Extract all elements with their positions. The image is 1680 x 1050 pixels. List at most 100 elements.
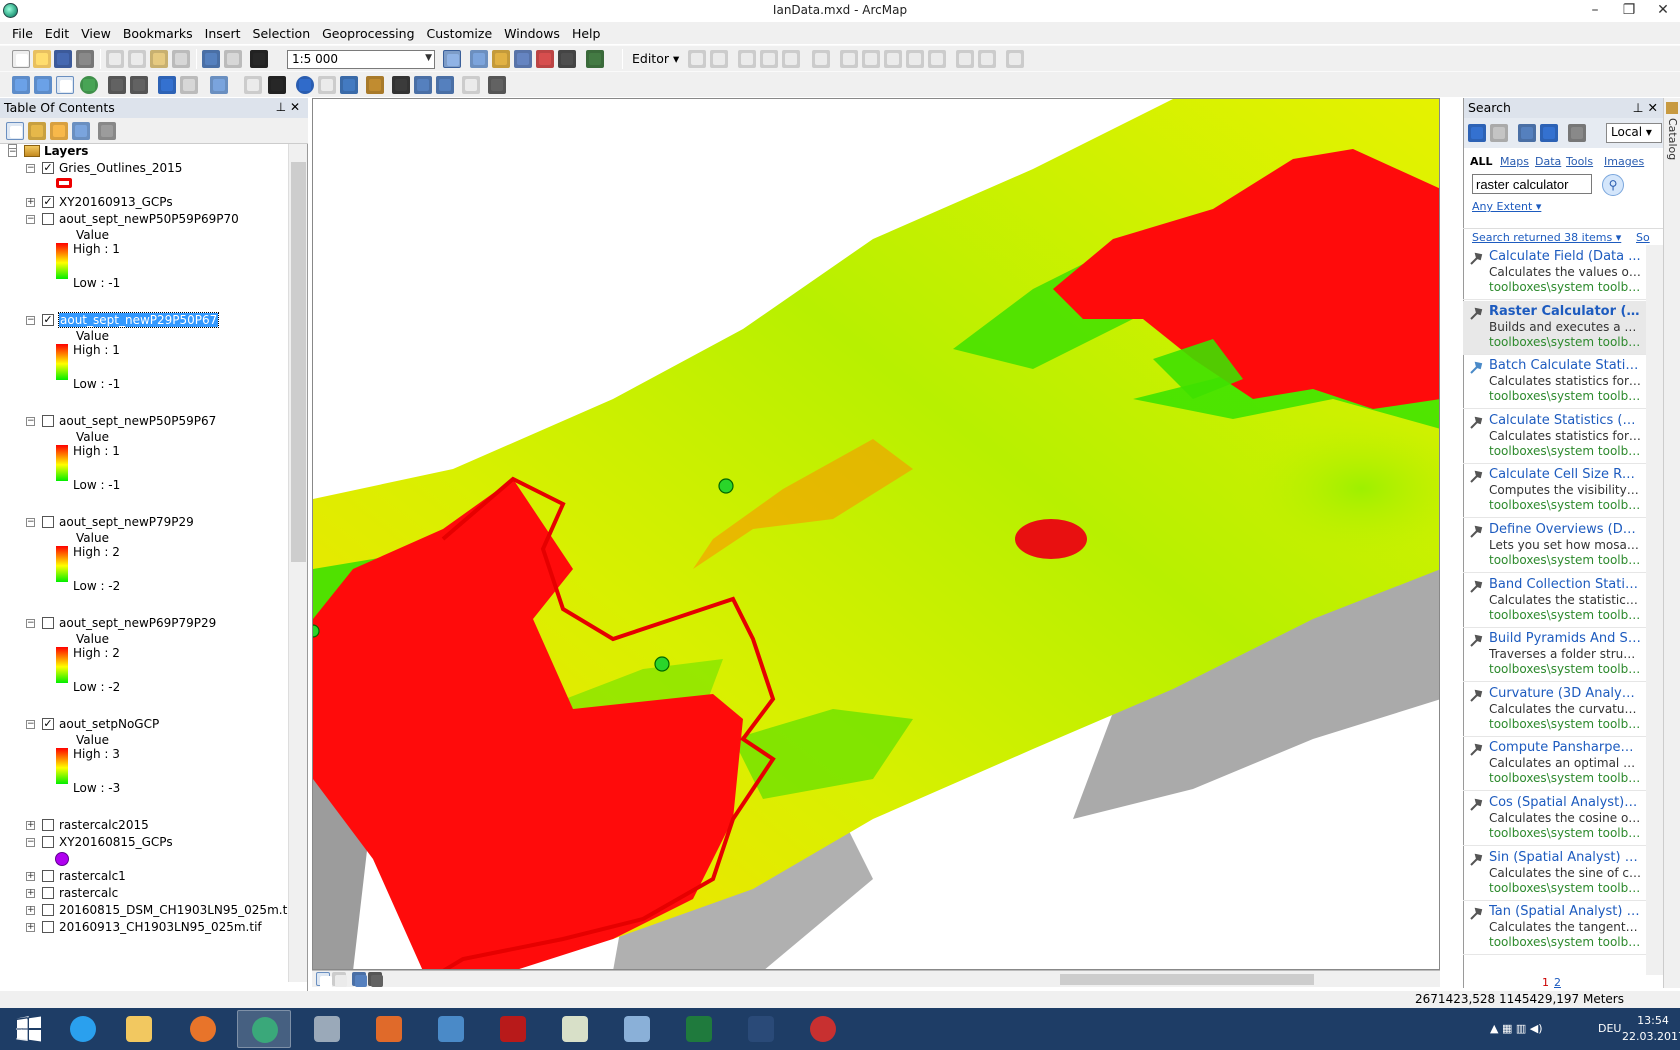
minimize-button[interactable]: –: [1578, 0, 1612, 22]
toc-layer-row[interactable]: + ✓ XY20160913_GCPs: [0, 194, 288, 212]
layer-expand-icon[interactable]: −: [26, 316, 35, 325]
straight-segment-icon[interactable]: [738, 50, 756, 68]
layout-view-icon[interactable]: [332, 972, 346, 986]
clock-date[interactable]: 22.03.2017: [1622, 1030, 1680, 1043]
layer-name[interactable]: aout_sept_newP79P29: [59, 515, 194, 529]
layer-expand-icon[interactable]: −: [26, 164, 35, 173]
catalog-side-tab[interactable]: Catalog: [1663, 98, 1680, 988]
layer-visibility-checkbox[interactable]: ✓: [42, 196, 54, 208]
search-result-path[interactable]: toolboxes\system toolbo...: [1489, 935, 1641, 949]
layer-visibility-checkbox[interactable]: [42, 819, 54, 831]
start-button[interactable]: [2, 1010, 56, 1048]
attributes-icon[interactable]: [956, 50, 974, 68]
toc-layer-row[interactable]: − aout_sept_newP50P59P69P70: [0, 211, 288, 229]
search-options-icon[interactable]: [1568, 124, 1586, 142]
reshape-icon[interactable]: [862, 50, 880, 68]
layer-visibility-checkbox[interactable]: [42, 836, 54, 848]
search-result-title[interactable]: Sin (Spatial Analyst) (T...: [1489, 850, 1641, 865]
taskbar-excel[interactable]: [672, 1010, 726, 1048]
menu-windows[interactable]: Windows: [498, 26, 566, 41]
layer-visibility-checkbox[interactable]: ✓: [42, 718, 54, 730]
copy-icon[interactable]: [128, 50, 146, 68]
editor-toolbar-icon[interactable]: [443, 50, 461, 68]
back-extent-icon[interactable]: [158, 76, 176, 94]
add-data-icon[interactable]: [250, 50, 268, 68]
new-document-icon[interactable]: [12, 50, 30, 68]
search-home-icon[interactable]: [1518, 124, 1536, 142]
data-view-icon[interactable]: [316, 972, 330, 986]
layer-visibility-checkbox[interactable]: [42, 617, 54, 629]
toc-layer-row[interactable]: + rastercalc1: [0, 868, 288, 886]
search-result-path[interactable]: toolboxes\system toolbo...: [1489, 717, 1641, 731]
search-result-item[interactable]: Band Collection Statist... Calculates the…: [1463, 574, 1646, 628]
search-result-path[interactable]: toolboxes\system toolbo...: [1489, 662, 1641, 676]
search-back-icon[interactable]: [1468, 124, 1486, 142]
search-result-path[interactable]: toolboxes\system toolbo...: [1489, 444, 1641, 458]
layer-name[interactable]: aout_setpNoGCP: [59, 717, 159, 731]
toc-layer-row[interactable]: − ✓ Gries_Outlines_2015: [0, 160, 288, 178]
search-result-path[interactable]: toolboxes\system toolbo...: [1489, 335, 1641, 349]
sketch-properties-icon[interactable]: [978, 50, 996, 68]
hyperlink-icon[interactable]: [318, 76, 336, 94]
map-view[interactable]: [312, 98, 1440, 970]
clear-selection-icon[interactable]: [244, 76, 262, 94]
pan-icon[interactable]: [56, 76, 74, 94]
search-result-title[interactable]: Compute Pansharpen ...: [1489, 740, 1641, 755]
keyboard-language[interactable]: DEU: [1598, 1022, 1621, 1035]
toc-window-icon[interactable]: [470, 50, 488, 68]
search-result-path[interactable]: toolboxes\system toolbo...: [1489, 498, 1641, 512]
menu-help[interactable]: Help: [566, 26, 607, 41]
measure-icon[interactable]: [366, 76, 384, 94]
toc-pin-close-icon[interactable]: ⊥ ✕: [276, 100, 300, 114]
color-ramp-icon[interactable]: [56, 546, 68, 582]
toc-layer-row[interactable]: − ✓ aout_setpNoGCP: [0, 716, 288, 734]
zoom-out-icon[interactable]: [34, 76, 52, 94]
print-icon[interactable]: [76, 50, 94, 68]
layer-expand-icon[interactable]: −: [26, 720, 35, 729]
edit-tool-icon[interactable]: [688, 50, 706, 68]
search-result-item[interactable]: Sin (Spatial Analyst) (T... Calculates th…: [1463, 847, 1646, 901]
layer-name[interactable]: 20160913_CH1903LN95_025m.tif: [59, 920, 262, 934]
layer-expand-icon[interactable]: +: [26, 923, 35, 932]
taskbar-app-10[interactable]: [610, 1010, 664, 1048]
open-folder-icon[interactable]: [33, 50, 51, 68]
search-result-title[interactable]: Define Overviews (Dat...: [1489, 522, 1641, 537]
layer-name[interactable]: Gries_Outlines_2015: [59, 161, 182, 175]
search-result-path[interactable]: toolboxes\system toolbo...: [1489, 881, 1641, 895]
fixed-zoom-out-icon[interactable]: [130, 76, 148, 94]
map-horizontal-scrollbar[interactable]: [1060, 974, 1314, 985]
toc-options-icon[interactable]: [98, 122, 116, 140]
save-icon[interactable]: [54, 50, 72, 68]
arctoolbox-icon[interactable]: [536, 50, 554, 68]
search-result-path[interactable]: toolboxes\system toolbo...: [1489, 826, 1641, 840]
pause-drawing-icon[interactable]: [368, 972, 382, 986]
toc-layer-row[interactable]: + rastercalc: [0, 885, 288, 903]
layer-visibility-checkbox[interactable]: ✓: [42, 162, 54, 174]
find-route-icon[interactable]: [414, 76, 432, 94]
search-result-title[interactable]: Cos (Spatial Analyst) (...: [1489, 795, 1641, 810]
taskbar-photos[interactable]: [424, 1010, 478, 1048]
toc-layer-row[interactable]: − aout_sept_newP50P59P67: [0, 413, 288, 431]
toc-layer-row[interactable]: + rastercalc2015: [0, 817, 288, 835]
tray-icons[interactable]: ▲ ▦ ▥ ◀): [1490, 1022, 1543, 1035]
select-features-icon[interactable]: [210, 76, 228, 94]
create-features-icon[interactable]: [1006, 50, 1024, 68]
layer-visibility-checkbox[interactable]: [42, 870, 54, 882]
layer-name[interactable]: aout_sept_newP29P50P67: [57, 312, 220, 328]
search-result-path[interactable]: toolboxes\system toolbo...: [1489, 771, 1641, 785]
select-elements-icon[interactable]: [268, 76, 286, 94]
layer-expand-icon[interactable]: −: [26, 417, 35, 426]
search-result-item[interactable]: Calculate Field (Data ... Calculates the …: [1463, 246, 1646, 300]
taskbar-app-9[interactable]: [548, 1010, 602, 1048]
taskbar-app-13[interactable]: [796, 1010, 850, 1048]
color-ramp-icon[interactable]: [56, 647, 68, 683]
menu-bookmarks[interactable]: Bookmarks: [117, 26, 199, 41]
taskbar-firefox[interactable]: [176, 1010, 230, 1048]
search-result-title[interactable]: Batch Calculate Statist...: [1489, 358, 1641, 373]
menu-insert[interactable]: Insert: [199, 26, 247, 41]
taskbar-acrobat[interactable]: [486, 1010, 540, 1048]
layer-name[interactable]: rastercalc1: [59, 869, 126, 883]
edit-vertices-icon[interactable]: [840, 50, 858, 68]
list-by-source-icon[interactable]: [28, 122, 46, 140]
color-ramp-icon[interactable]: [56, 243, 68, 279]
